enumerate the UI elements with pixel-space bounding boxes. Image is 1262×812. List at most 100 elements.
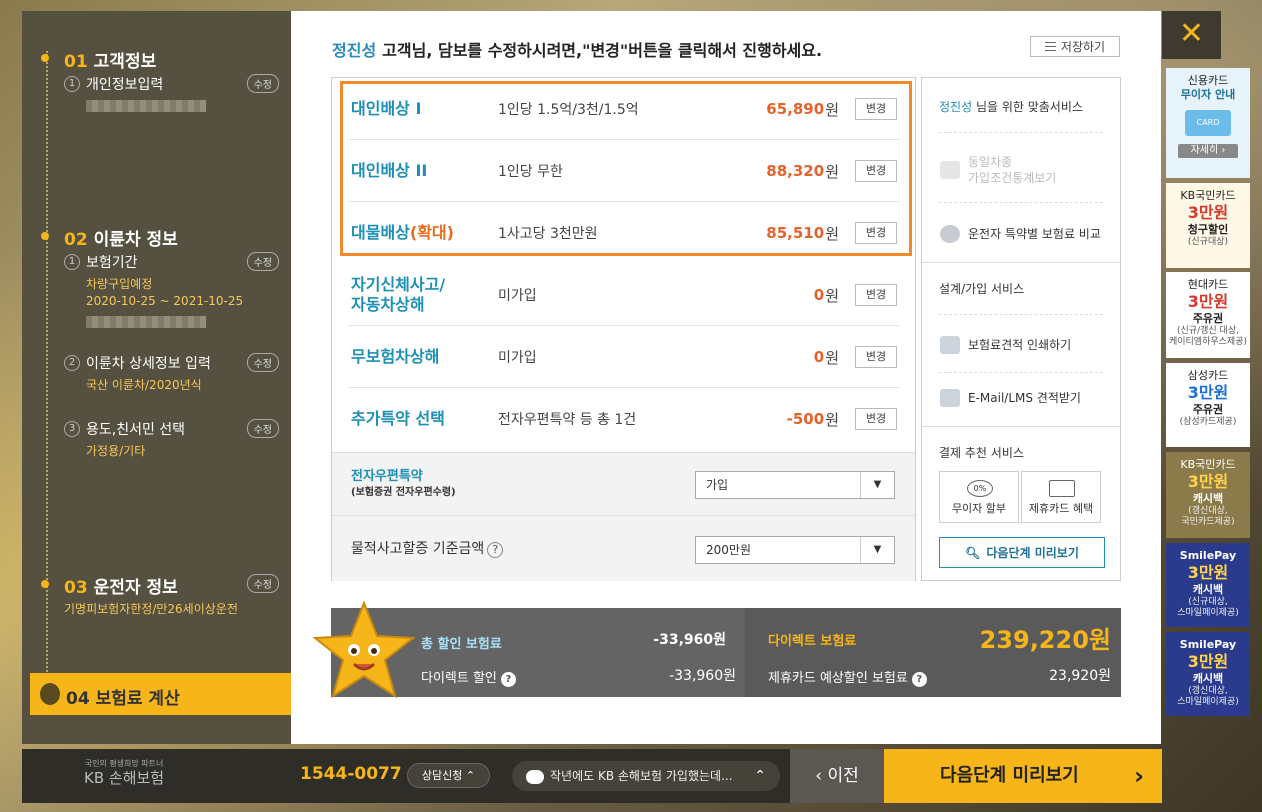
banner-hyundai-card[interactable]: 현대카드 3만원 주유권 (신규/갱신 대상, 케이티엠하우스제공) [1166,272,1250,358]
step-number: 01 [64,52,88,72]
bottom-bar: 국민의 평생희망 파트너 KB 손해보험 1544-0077 상담신청 ⌃ 작년에… [22,749,1162,803]
driver-rider-compare-link[interactable]: 운전자 특약별 보험료 비교 [940,225,1110,243]
premium-summary: 총 할인 보험료 -33,960원 다이렉트 할인? -33,960원 다이렉트… [312,600,1121,699]
banner-text: 스마일페이제공) [1177,697,1239,707]
banner-text: 신용카드 [1187,74,1229,87]
card-discount-value: 23,920원 [1049,668,1111,684]
banner-text: KB국민카드 [1180,458,1236,471]
link-text: 동일차종 [968,155,1013,169]
coverage-row: 무보험차상해 미가입 0원 변경 [332,326,915,388]
chevron-up-icon[interactable]: ⌃ [754,761,766,791]
banner-amount: 3만원 [1187,383,1229,402]
select-value: 200만원 [706,543,751,557]
link-text: 가입조건통계보기 [968,171,1057,185]
banner-text: 캐시백 [1192,583,1224,596]
email-option-select[interactable]: 가입 ▼ [695,471,895,499]
banner-smilepay-renewal[interactable]: SmilePay 3만원 캐시백 (갱신대상, 스마일페이제공) [1166,632,1250,716]
change-button[interactable]: 변경 [855,284,897,306]
step-title: 고객정보 [93,52,157,72]
email-quote-link[interactable]: E-Mail/LMS 견적받기 [940,389,1110,407]
premium-value: 239,220원 [979,626,1111,654]
edit-bike-detail-button[interactable]: 수정 [246,353,279,372]
coverage-row: 자기신체사고/자동차상해 미가입 0원 변경 [332,264,915,326]
services-title-name: 정진성 [939,100,973,114]
help-icon[interactable]: ? [911,672,927,687]
masked-text [86,316,206,328]
services-panel: 정진성 님을 위한 맞춤서비스 동일차종가입조건통계보기 운전자 특약별 보험료… [921,77,1121,581]
close-icon[interactable]: ✕ [1162,11,1221,59]
label-text: 제휴카드 예상할인 보험료 [768,671,908,686]
link-text: 보험료견적 인쇄하기 [968,338,1072,352]
same-car-stats-link[interactable]: 동일차종가입조건통계보기 [940,154,1110,186]
change-button[interactable]: 변경 [855,408,897,430]
coverage-table: 대인배상 I 1인당 1.5억/3천/1.5억 65,890 원 변경 대인배상 … [331,77,916,581]
change-button[interactable]: 변경 [855,346,897,368]
banner-text: (신규대상, [1188,597,1228,607]
coverage-desc: 미가입 [498,350,537,366]
edit-insurance-period-button[interactable]: 수정 [246,252,279,271]
banner-text: (갱신대상, [1188,686,1228,696]
print-quote-link[interactable]: 보험료견적 인쇄하기 [940,336,1110,354]
banner-amount: 3만원 [1187,292,1229,311]
substep-usage: 3 용도,친서민 선택 수정 가정용/기타 [64,419,279,460]
banner-text: KB국민카드 [1180,189,1236,202]
search-icon: 🔍︎ [965,545,981,560]
price-unit: 원 [825,348,839,367]
banner-more-button[interactable]: 자세히 › [1178,144,1238,158]
banner-text: (삼성카드제공) [1179,417,1237,427]
kb-logo: 국민의 평생희망 파트너 KB 손해보험 [84,757,164,786]
substep-number: 3 [64,421,80,437]
masked-text [86,100,206,112]
help-icon[interactable]: ? [500,672,516,687]
substep-detail: 차량구입예정 [86,277,153,291]
preview-next-step-button[interactable]: 🔍︎ 다음단계 미리보기 [939,537,1105,568]
chat-bubble[interactable]: 작년에도 KB 손해보험 가입했는데... ⌃ [512,761,780,791]
step-premium-calc[interactable]: 04 보험료 계산 [30,673,291,715]
banner-text: 주유권 [1192,312,1224,325]
credit-card-icon: CARD [1185,110,1231,136]
step-sidebar: 01 고객정보 1 개인정보입력 수정 02 이륜차 정보 1 보험기간 수정 차량구입… [22,11,291,744]
option-label-text: 물적사고할증 기준금액 [351,541,485,557]
highlight-box [340,81,912,256]
banner-amount: 3만원 [1187,203,1229,222]
phone-number: 1544-0077 [300,764,402,784]
price-unit: 원 [825,410,839,429]
substep-insurance-period: 1 보험기간 수정 차량구입예정 2020-10-25 ~ 2021-10-25 [64,252,279,328]
main-panel: 정진성 고객님, 담보를 수정하시려면,"변경"버튼을 클릭해서 진행하세요. 저… [291,11,1161,744]
premium-label: 다이렉트 보험료 [768,634,857,649]
banner-samsung-card[interactable]: 삼성카드 3만원 주유권 (삼성카드제공) [1166,363,1250,447]
substep-number: 1 [64,76,80,92]
price-unit: 원 [825,286,839,305]
coverage-price: -500 원 [787,388,839,450]
card-benefit-button[interactable]: 제휴카드 혜택 [1021,471,1101,523]
banner-kb-card-renewal[interactable]: KB국민카드 3만원 캐시백 (갱신대상, 국민카드제공) [1166,452,1250,538]
property-option-row: 물적사고할증 기준금액? 200만원 ▼ [332,515,915,581]
services-title-text: 님을 위한 맞춤서비스 [972,100,1083,114]
edit-driver-button[interactable]: 수정 [246,574,279,593]
help-icon[interactable]: ? [487,542,504,558]
banner-credit-card[interactable]: 신용카드 무이자 안내 CARD 자세히 › [1166,68,1250,178]
label-text: 다이렉트 할인 [421,671,497,686]
step-timeline [46,51,48,691]
email-option-row: 전자우편특약 (보험증권 전자우편수령) 가입 ▼ [332,452,915,515]
consult-request-button[interactable]: 상담신청 ⌃ [407,763,490,788]
price-value: 0 [813,286,825,304]
prev-button[interactable]: ‹ 이전 [790,749,884,803]
banner-text: 청구할인 [1187,223,1229,236]
substep-number: 1 [64,254,80,270]
document-icon [1044,42,1056,51]
edit-personal-info-button[interactable]: 수정 [246,74,279,93]
step-dot [41,232,49,240]
banner-smilepay-new[interactable]: SmilePay 3만원 캐시백 (신규대상, 스마일페이제공) [1166,543,1250,627]
edit-usage-button[interactable]: 수정 [246,419,279,438]
box-label: 제휴카드 혜택 [1028,502,1094,515]
button-label: 다음단계 미리보기 [986,546,1079,560]
banner-kb-card[interactable]: KB국민카드 3만원 청구할인 (신규대상) [1166,183,1250,268]
substep-personal-info: 1 개인정보입력 수정 [64,74,279,112]
next-step-button[interactable]: 다음단계 미리보기 › [884,749,1162,803]
substep-label: 용도,친서민 선택 [86,422,186,438]
customer-name: 정진성 [332,41,377,60]
property-amount-select[interactable]: 200만원 ▼ [695,536,895,564]
save-button[interactable]: 저장하기 [1030,36,1120,57]
no-interest-button[interactable]: 0% 무이자 할부 [939,471,1019,523]
